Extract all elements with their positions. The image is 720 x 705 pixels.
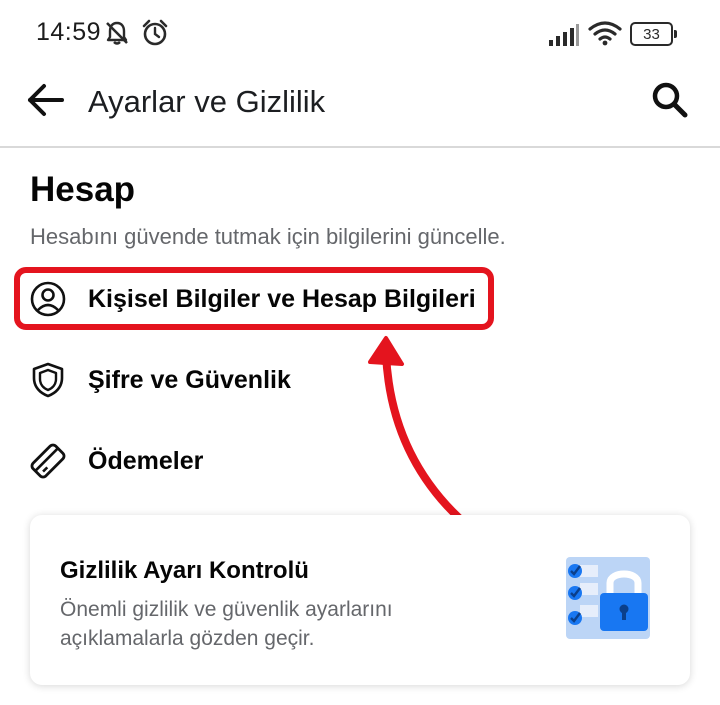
battery-level: 33 (643, 25, 660, 43)
menu-item-label: Şifre ve Güvenlik (88, 365, 291, 394)
privacy-checklist-lock-icon (560, 555, 660, 645)
card-description: Önemli gizlilik ve güvenlik ayarlarını a… (60, 598, 393, 650)
signal-icon (548, 24, 580, 51)
status-bar: 14:59 33 (0, 0, 720, 66)
back-button[interactable] (20, 80, 70, 124)
search-icon (650, 80, 690, 125)
mute-notification-icon (103, 19, 131, 52)
page-title: Ayarlar ve Gizlilik (88, 84, 326, 119)
section-title: Hesap (30, 170, 136, 209)
person-circle-icon (28, 279, 68, 319)
menu-item-personal-info[interactable]: Kişisel Bilgiler ve Hesap Bilgileri (28, 271, 508, 327)
wifi-icon (588, 20, 622, 51)
section-subtitle: Hesabını güvende tutmak için bilgilerini… (30, 224, 506, 249)
status-time: 14:59 (36, 18, 102, 46)
battery-icon: 33 (630, 22, 678, 46)
payment-card-icon (28, 441, 68, 481)
menu-item-label: Ödemeler (88, 446, 204, 475)
card-title: Gizlilik Ayarı Kontrolü (60, 557, 309, 584)
menu-item-label: Kişisel Bilgiler ve Hesap Bilgileri (88, 284, 476, 313)
privacy-checkup-card[interactable]: Gizlilik Ayarı Kontrolü Önemli gizlilik … (30, 515, 690, 685)
alarm-icon (140, 18, 170, 53)
app-header: Ayarlar ve Gizlilik (0, 66, 720, 148)
shield-icon (28, 360, 68, 400)
back-arrow-icon (24, 82, 66, 123)
search-button[interactable] (646, 78, 694, 126)
